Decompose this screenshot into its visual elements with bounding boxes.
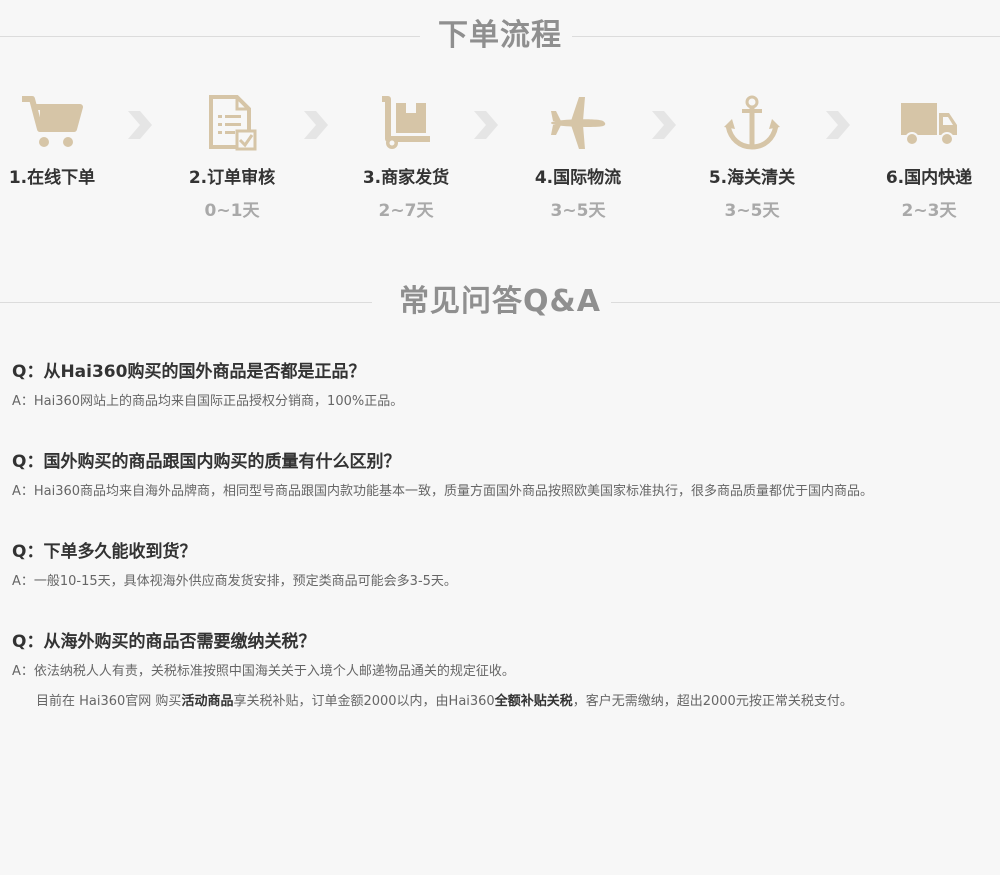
step-2: 2.订单审核 0~1天: [162, 95, 302, 221]
process-section-title: 下单流程: [0, 16, 1000, 56]
step-5: 5.海关清关 3~5天: [682, 95, 822, 221]
step-days: 2~3天: [901, 201, 957, 221]
step-name: 4.国际物流: [534, 168, 622, 188]
step-name: 2.订单审核: [188, 168, 276, 188]
step-1: 1.在线下单: [0, 95, 122, 196]
step-days: 3~5天: [724, 201, 780, 221]
answer-text: 享关税补贴，订单金额2000以内，由Hai360: [233, 694, 495, 709]
step-4: 4.国际物流 3~5天: [508, 95, 648, 221]
faq-section-title: 常见问答Q&A: [0, 282, 1000, 322]
document-check-icon: [162, 95, 302, 151]
step-days: 3~5天: [550, 201, 606, 221]
faq-item: Q：从Hai360购买的国外商品是否都是正品？ A：Hai360网站上的商品均来…: [12, 360, 992, 412]
step-name: 6.国内快递: [885, 168, 973, 188]
chevron-right-icon: [474, 111, 498, 139]
step-name: 5.海关清关: [708, 168, 796, 188]
step-6: 6.国内快递 2~3天: [859, 95, 999, 221]
faq-question: Q：从海外购买的商品否需要缴纳关税？: [12, 632, 316, 652]
faq-item: Q：下单多久能收到货？ A：一般10-15天，具体视海外供应商发货安排，预定类商…: [12, 540, 992, 592]
answer-highlight: 全额补贴关税: [494, 694, 573, 709]
answer-text: ，客户无需缴纳，超出2000元按正常关税支付。: [572, 694, 853, 709]
faq-question: Q：国外购买的商品跟国内购买的质量有什么区别？: [12, 452, 401, 472]
faq-answer: A：依法纳税人人有责，关税标准按照中国海关关于入境个人邮递物品通关的规定征收。: [12, 664, 515, 679]
chevron-right-icon: [304, 111, 328, 139]
cart-icon: [0, 95, 122, 151]
anchor-icon: [682, 95, 822, 151]
step-name: 1.在线下单: [8, 168, 96, 188]
faq-question: Q：从Hai360购买的国外商品是否都是正品？: [12, 362, 366, 382]
chevron-right-icon: [826, 111, 850, 139]
faq-item: Q：从海外购买的商品否需要缴纳关税？ A：依法纳税人人有责，关税标准按照中国海关…: [12, 630, 992, 712]
step-3: 3.商家发货 2~7天: [336, 95, 476, 221]
answer-text: 目前在 Hai360官网 购买: [36, 694, 182, 709]
faq-answer-detail: 目前在 Hai360官网 购买活动商品享关税补贴，订单金额2000以内，由Hai…: [12, 692, 992, 712]
faq-item: Q：国外购买的商品跟国内购买的质量有什么区别？ A：Hai360商品均来自海外品…: [12, 450, 992, 502]
answer-highlight: 活动商品: [181, 694, 234, 709]
order-process-steps: 1.在线下单 2.订单审核 0~1天 3.商家发货 2~7天 4.国际物流 3~…: [0, 95, 1000, 225]
step-days: 0~1天: [204, 201, 260, 221]
faq-answer: A：Hai360商品均来自海外品牌商，相同型号商品跟国内款功能基本一致，质量方面…: [12, 484, 874, 499]
airplane-icon: [508, 95, 648, 151]
chevron-right-icon: [652, 111, 676, 139]
faq-answer: A：一般10-15天，具体视海外供应商发货安排，预定类商品可能会多3-5天。: [12, 574, 457, 589]
step-days: 2~7天: [378, 201, 434, 221]
faq-answer: A：Hai360网站上的商品均来自国际正品授权分销商，100%正品。: [12, 394, 404, 409]
hand-truck-icon: [336, 95, 476, 151]
chevron-right-icon: [128, 111, 152, 139]
delivery-truck-icon: [859, 95, 999, 151]
process-title: 下单流程: [428, 18, 572, 53]
faq-title: 常见问答Q&A: [389, 284, 611, 319]
step-name: 3.商家发货: [362, 168, 450, 188]
faq-question: Q：下单多久能收到货？: [12, 542, 197, 562]
